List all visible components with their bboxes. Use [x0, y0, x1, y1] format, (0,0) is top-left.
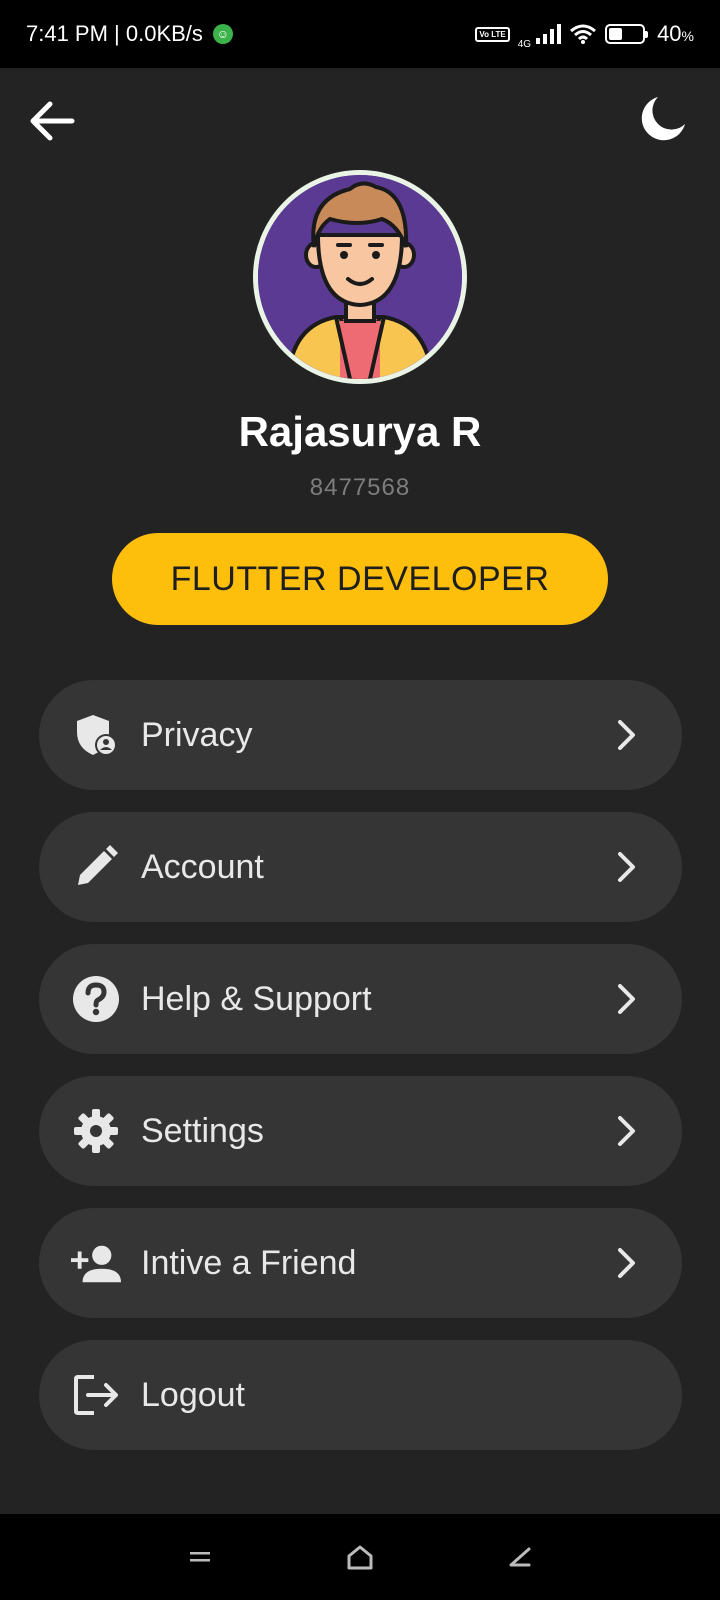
theme-toggle-button[interactable]	[636, 92, 690, 146]
arrow-left-icon	[30, 101, 75, 141]
menu-label: Settings	[141, 1111, 264, 1150]
moon-icon	[641, 97, 685, 141]
home-icon	[347, 1545, 373, 1570]
role-badge[interactable]: FLUTTER DEVELOPER	[112, 533, 608, 625]
person-add-icon	[71, 1238, 121, 1288]
notification-app-icon: ☺	[212, 24, 233, 44]
menu-item-settings[interactable]: Settings	[39, 1076, 682, 1186]
status-bar: 7:41 PM | 0.0KB/s ☺ Vo LTE 4G 40%	[0, 0, 720, 68]
menu-lines-icon	[190, 1552, 210, 1562]
chevron-right-icon	[612, 715, 642, 755]
back-nav-button[interactable]	[490, 1527, 550, 1587]
menu-item-privacy[interactable]: Privacy	[39, 680, 682, 790]
status-time: 7:41 PM | 0.0KB/s	[26, 21, 203, 46]
shield-user-icon	[71, 710, 121, 760]
home-button[interactable]	[330, 1527, 390, 1587]
recent-apps-button[interactable]	[170, 1527, 230, 1587]
back-triangle-icon	[509, 1547, 531, 1567]
help-circle-icon	[71, 974, 121, 1024]
logout-icon	[71, 1370, 121, 1420]
chevron-right-icon	[612, 847, 642, 887]
avatar	[253, 170, 467, 384]
network-type: 4G	[517, 39, 532, 50]
back-button[interactable]	[26, 95, 78, 147]
menu-label: Privacy	[141, 715, 253, 754]
menu-item-invite-friend[interactable]: Intive a Friend	[39, 1208, 682, 1318]
status-right: Vo LTE 4G 40%	[475, 18, 694, 50]
menu-item-help-support[interactable]: Help & Support	[39, 944, 682, 1054]
menu-label: Help & Support	[141, 979, 372, 1018]
volte-icon: Vo LTE	[475, 26, 510, 42]
system-navigation-bar	[0, 1514, 720, 1600]
chevron-right-icon	[612, 1111, 642, 1151]
wifi-icon	[570, 24, 597, 44]
menu-label: Account	[141, 847, 264, 886]
menu-item-logout[interactable]: Logout	[39, 1340, 682, 1450]
status-left: 7:41 PM | 0.0KB/s ☺	[26, 21, 233, 47]
pencil-icon	[71, 842, 121, 892]
gear-icon	[71, 1106, 121, 1156]
signal-icon	[536, 24, 562, 44]
menu-label: Logout	[141, 1375, 245, 1414]
profile-id: 8477568	[309, 474, 411, 501]
chevron-right-icon	[612, 979, 642, 1019]
battery-percent: 40%	[657, 21, 694, 46]
menu-item-account[interactable]: Account	[39, 812, 682, 922]
profile-name: Rajasurya R	[238, 408, 482, 455]
chevron-right-icon	[612, 1243, 642, 1283]
menu-label: Intive a Friend	[141, 1243, 357, 1282]
battery-icon	[605, 24, 649, 44]
man-avatar-illustration	[258, 175, 462, 379]
